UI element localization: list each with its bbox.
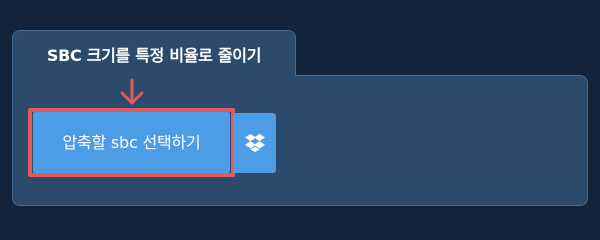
dropbox-icon: [244, 133, 265, 153]
panel-title: SBC 크기를 특정 비율로 줄이기: [46, 46, 262, 65]
select-sbc-button[interactable]: 압축할 sbc 선택하기: [33, 112, 230, 173]
dropbox-button[interactable]: [233, 113, 276, 173]
arrow-down-icon: [120, 78, 144, 105]
